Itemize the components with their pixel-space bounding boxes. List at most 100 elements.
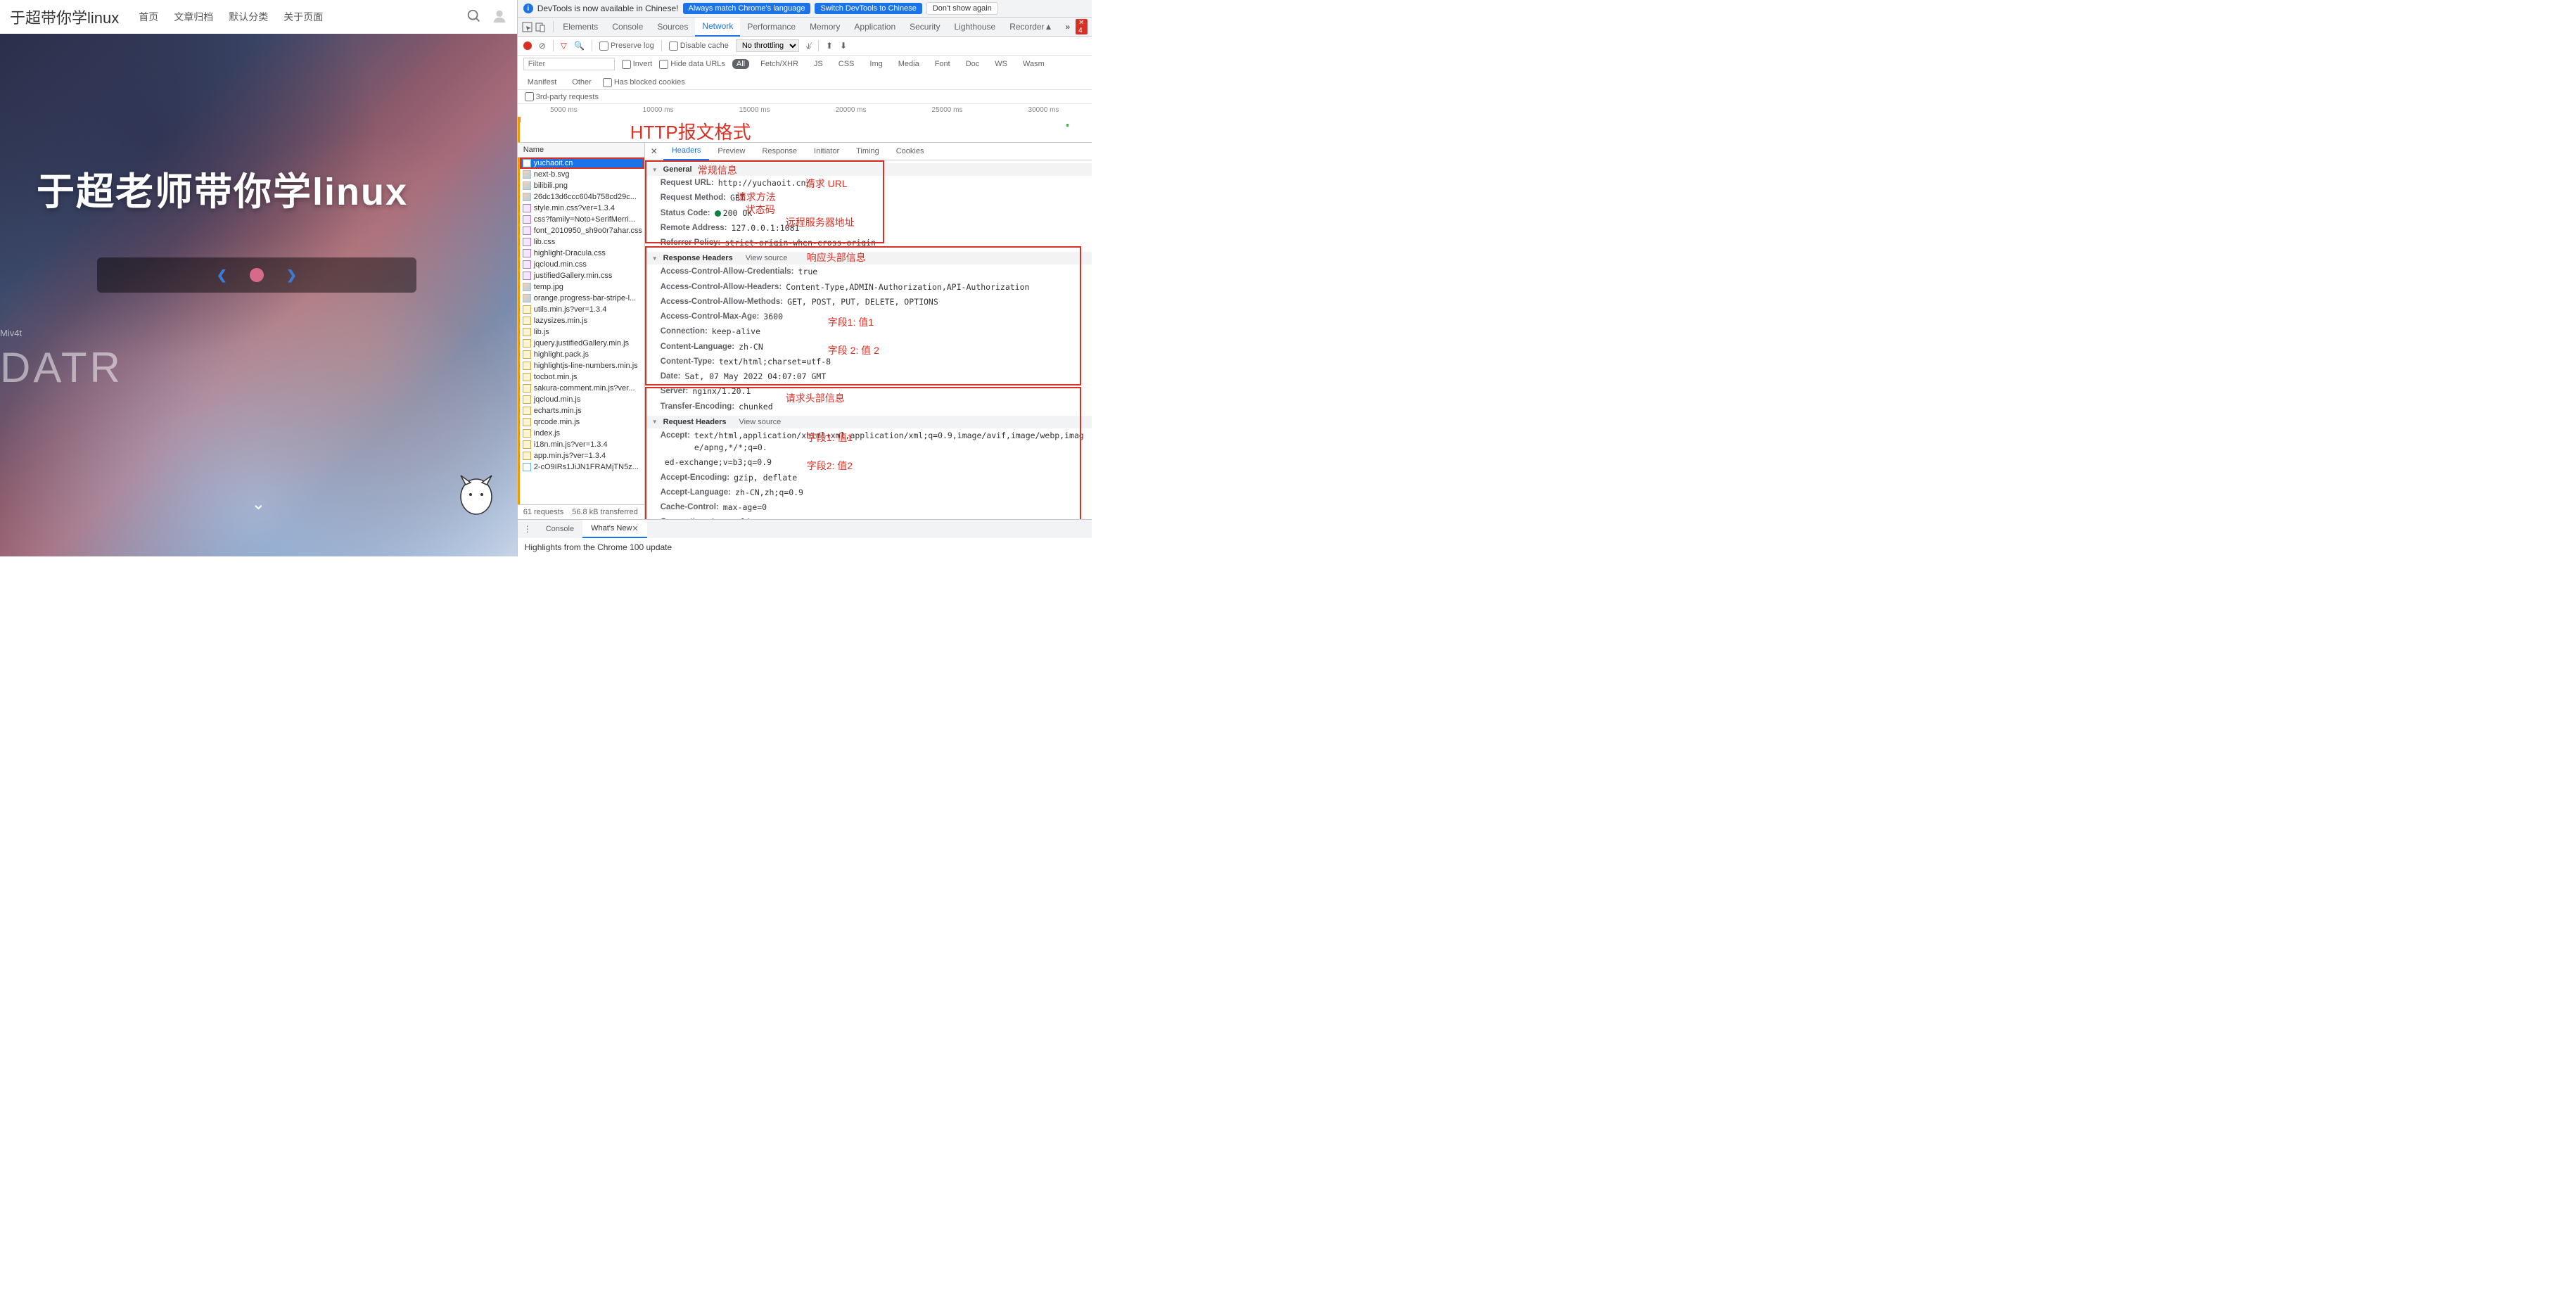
request-row[interactable]: next-b.svg xyxy=(520,169,644,180)
req-view-source[interactable]: View source xyxy=(739,418,782,426)
section-general-header[interactable]: General xyxy=(645,163,1092,176)
tab-security[interactable]: Security xyxy=(903,18,947,37)
request-row[interactable]: lib.js xyxy=(520,326,644,338)
throttling-select[interactable]: No throttling xyxy=(736,39,799,52)
slider-dot[interactable] xyxy=(250,268,264,282)
dont-show-button[interactable]: Don't show again xyxy=(926,2,998,15)
scroll-down-icon[interactable]: ⌄ xyxy=(251,494,265,514)
request-row[interactable]: orange.progress-bar-stripe-l... xyxy=(520,293,644,304)
filter-input[interactable] xyxy=(523,58,615,70)
search-toolbar-icon[interactable]: 🔍 xyxy=(574,41,585,51)
drawer-console[interactable]: Console xyxy=(537,520,582,538)
request-row[interactable]: echarts.min.js xyxy=(520,405,644,416)
nav-archive[interactable]: 文章归档 xyxy=(174,10,213,24)
inspect-icon[interactable] xyxy=(522,22,533,32)
request-row[interactable]: bilibili.png xyxy=(520,180,644,191)
request-row[interactable]: font_2010950_sh9o0r7ahar.css xyxy=(520,225,644,236)
hide-data-urls-checkbox[interactable]: Hide data URLs xyxy=(659,60,725,69)
filter-toggle-icon[interactable]: ▽ xyxy=(561,41,567,51)
request-row[interactable]: lib.css xyxy=(520,236,644,248)
resp-view-source[interactable]: View source xyxy=(746,254,788,262)
drawer-menu-icon[interactable]: ⋮ xyxy=(518,524,537,534)
tab-recorder[interactable]: Recorder ▲ xyxy=(1002,18,1059,37)
request-row[interactable]: justifiedGallery.min.css xyxy=(520,270,644,281)
request-row[interactable]: i18n.min.js?ver=1.3.4 xyxy=(520,439,644,450)
tab-sources[interactable]: Sources xyxy=(650,18,695,37)
filter-js[interactable]: JS xyxy=(810,59,827,69)
request-row[interactable]: 26dc13d6ccc604b758cd29c... xyxy=(520,191,644,203)
avatar-icon[interactable] xyxy=(492,8,507,26)
request-row[interactable]: 2-cO9IRs1JiJN1FRAMjTN5z... xyxy=(520,461,644,473)
tab-application[interactable]: Application xyxy=(847,18,903,37)
tab-elements[interactable]: Elements xyxy=(556,18,605,37)
slider-next-icon[interactable]: ❯ xyxy=(286,268,297,283)
dtab-cookies[interactable]: Cookies xyxy=(888,143,933,160)
export-icon[interactable]: ⬇ xyxy=(840,41,847,51)
record-icon[interactable] xyxy=(523,42,532,50)
request-row[interactable]: jqcloud.min.css xyxy=(520,259,644,270)
request-row[interactable]: highlight.pack.js xyxy=(520,349,644,360)
search-icon[interactable] xyxy=(466,8,482,26)
disable-cache-checkbox[interactable]: Disable cache xyxy=(669,42,729,51)
dtab-initiator[interactable]: Initiator xyxy=(805,143,848,160)
request-row[interactable]: tocbot.min.js xyxy=(520,371,644,383)
dtab-headers[interactable]: Headers xyxy=(663,143,710,160)
nav-category[interactable]: 默认分类 xyxy=(229,10,268,24)
request-row[interactable]: highlightjs-line-numbers.min.js xyxy=(520,360,644,371)
request-row[interactable]: lazysizes.min.js xyxy=(520,315,644,326)
section-req-header[interactable]: Request HeadersView source xyxy=(645,416,1092,428)
filter-css[interactable]: CSS xyxy=(834,59,859,69)
nav-about[interactable]: 关于页面 xyxy=(283,10,323,24)
request-row[interactable]: yuchaoit.cn xyxy=(520,158,644,169)
filter-other[interactable]: Other xyxy=(568,77,596,87)
drawer-whatsnew[interactable]: What's New ✕ xyxy=(582,520,647,538)
slider-prev-icon[interactable]: ❮ xyxy=(217,268,227,283)
clear-icon[interactable]: ⊘ xyxy=(539,41,546,51)
filter-doc[interactable]: Doc xyxy=(962,59,984,69)
request-row[interactable]: qrcode.min.js xyxy=(520,416,644,428)
annotation-title: HTTP报文格式 xyxy=(630,118,751,144)
invert-checkbox[interactable]: Invert xyxy=(622,60,653,69)
request-row[interactable]: utils.min.js?ver=1.3.4 xyxy=(520,304,644,315)
preserve-log-checkbox[interactable]: Preserve log xyxy=(599,42,654,51)
filter-ws[interactable]: WS xyxy=(990,59,1012,69)
request-row[interactable]: index.js xyxy=(520,428,644,439)
filter-manifest[interactable]: Manifest xyxy=(523,77,561,87)
request-row[interactable]: css?family=Noto+SerifMerri... xyxy=(520,214,644,225)
tab-memory[interactable]: Memory xyxy=(803,18,847,37)
dtab-preview[interactable]: Preview xyxy=(709,143,753,160)
filter-wasm[interactable]: Wasm xyxy=(1019,59,1049,69)
request-row[interactable]: highlight-Dracula.css xyxy=(520,248,644,259)
filter-img[interactable]: Img xyxy=(865,59,886,69)
error-badge[interactable]: ✕ 4 xyxy=(1076,19,1088,34)
nav-home[interactable]: 首页 xyxy=(139,10,158,24)
tab-console[interactable]: Console xyxy=(605,18,650,37)
tab-performance[interactable]: Performance xyxy=(740,18,803,37)
request-row[interactable]: jqcloud.min.js xyxy=(520,394,644,405)
section-resp-header[interactable]: Response HeadersView source xyxy=(645,252,1092,264)
third-party-checkbox[interactable]: 3rd-party requests xyxy=(525,92,1085,101)
filter-all[interactable]: All xyxy=(732,59,749,69)
request-row[interactable]: style.min.css?ver=1.3.4 xyxy=(520,203,644,214)
import-icon[interactable]: ⬆ xyxy=(826,41,833,51)
more-tabs-icon[interactable]: » xyxy=(1059,22,1076,32)
close-detail-icon[interactable]: ✕ xyxy=(645,146,663,156)
blocked-cookies-checkbox[interactable]: Has blocked cookies xyxy=(603,78,685,87)
dtab-response[interactable]: Response xyxy=(753,143,805,160)
tab-lighthouse[interactable]: Lighthouse xyxy=(947,18,1002,37)
filter-font[interactable]: Font xyxy=(931,59,955,69)
always-match-button[interactable]: Always match Chrome's language xyxy=(683,3,811,14)
request-row[interactable]: sakura-comment.min.js?ver... xyxy=(520,383,644,394)
request-row[interactable]: temp.jpg xyxy=(520,281,644,293)
request-row[interactable]: app.min.js?ver=1.3.4 xyxy=(520,450,644,461)
dtab-timing[interactable]: Timing xyxy=(848,143,888,160)
tab-network[interactable]: Network xyxy=(695,18,740,37)
request-row[interactable]: jquery.justifiedGallery.min.js xyxy=(520,338,644,349)
switch-chinese-button[interactable]: Switch DevTools to Chinese xyxy=(815,3,922,14)
filter-media[interactable]: Media xyxy=(894,59,924,69)
network-timeline[interactable]: 5000 ms 10000 ms 15000 ms 20000 ms 25000… xyxy=(518,104,1092,143)
reqlist-header[interactable]: Name xyxy=(518,143,644,158)
device-toggle-icon[interactable] xyxy=(535,22,546,32)
filter-fetch[interactable]: Fetch/XHR xyxy=(756,59,803,69)
wifi-icon[interactable]: ⫝̸ xyxy=(806,41,811,51)
